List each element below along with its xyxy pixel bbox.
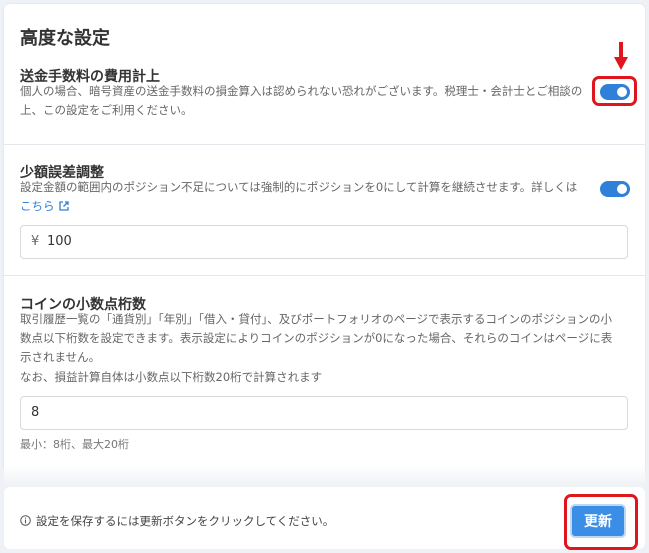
divider (4, 275, 645, 276)
external-link-icon[interactable] (58, 201, 69, 211)
info-icon (20, 515, 31, 526)
decimal-digits-description: 取引履歴一覧の「通貨別」「年別」「借入・貸付」、及びポートフォリオのページで表示… (20, 312, 613, 364)
small-diff-amount-input[interactable]: ¥ 100 (20, 225, 628, 259)
save-hint: 設定を保存するには更新ボタンをクリックしてください。 (36, 514, 335, 528)
amount-value: 100 (47, 234, 72, 249)
toggle-highlight-box (592, 76, 637, 106)
save-footer: 設定を保存するには更新ボタンをクリックしてください。 更新 (4, 487, 645, 549)
toggle-knob (617, 184, 627, 194)
small-diff-description-block: 設定金額の範囲内のポジション不足については強制的にポジションを0にして計算を継続… (20, 178, 585, 216)
fee-expense-description: 個人の場合、暗号資産の送金手数料の損金算入は認められない恐れがございます。税理士… (20, 84, 583, 117)
digits-value: 8 (31, 405, 40, 420)
scroll-fade (4, 465, 645, 487)
button-highlight-box (564, 494, 638, 550)
small-diff-description: 設定金額の範囲内のポジション不足については強制的にポジションを0にして計算を継続… (20, 180, 578, 194)
advanced-settings-card: 高度な設定 送金手数料の費用計上 個人の場合、暗号資産の送金手数料の損金算入は認… (4, 4, 645, 473)
divider (4, 144, 645, 145)
range-hint: 最小：8桁、最大20桁 (20, 438, 129, 451)
decimal-digits-note: なお、損益計算自体は小数点以下桁数20桁で計算されます (20, 370, 323, 384)
details-link[interactable]: こちら (20, 199, 55, 213)
currency-symbol: ¥ (31, 234, 40, 249)
arrow-down-icon (614, 42, 628, 70)
small-diff-toggle[interactable] (600, 181, 630, 197)
decimal-digits-input[interactable]: 8 (20, 396, 628, 430)
card-title: 高度な設定 (20, 28, 110, 49)
